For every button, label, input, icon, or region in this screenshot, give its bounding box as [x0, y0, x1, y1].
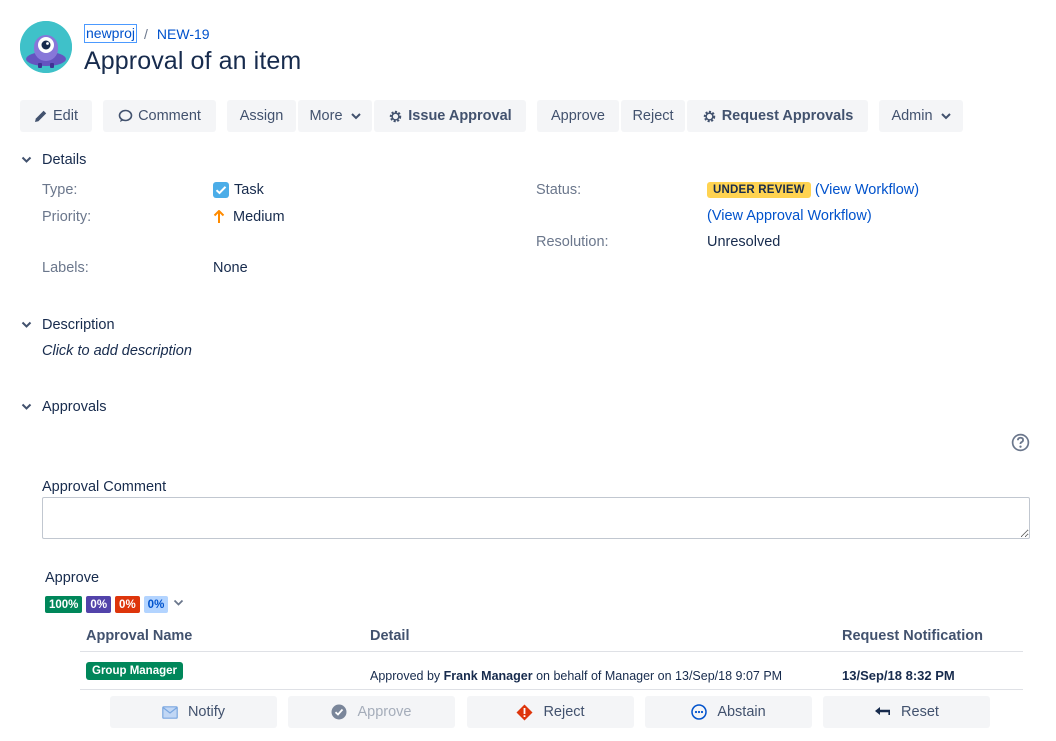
approved-percent-badge: 100%	[45, 596, 83, 613]
project-avatar	[20, 21, 72, 73]
rejected-percent-badge: 0%	[115, 596, 140, 613]
approval-comment-input[interactable]	[42, 497, 1030, 539]
more-circle-icon	[691, 704, 708, 720]
pencil-icon	[34, 109, 48, 123]
approve-button[interactable]: Approve	[537, 100, 619, 132]
more-button[interactable]: More	[298, 100, 372, 132]
approval-detail: Approved by Frank Manager on behalf of M…	[370, 669, 782, 683]
edit-button[interactable]: Edit	[20, 100, 92, 132]
approval-detail-suffix: on behalf of Manager on 13/Sep/18 9:07 P…	[532, 669, 783, 683]
view-approval-workflow-link[interactable]: (View Approval Workflow)	[707, 208, 872, 224]
chevron-down-icon[interactable]	[173, 599, 184, 607]
request-approvals-button-label: Request Approvals	[721, 108, 854, 124]
assign-button-label: Assign	[239, 108, 284, 124]
chevron-down-icon	[21, 321, 35, 329]
page-title: Approval of an item	[84, 47, 302, 75]
view-workflow-link[interactable]: (View Workflow)	[815, 182, 919, 198]
breadcrumb-project-link[interactable]: newproj	[84, 24, 138, 43]
details-section-toggle[interactable]: Details	[21, 152, 86, 168]
column-header-request-notification: Request Notification	[842, 628, 983, 644]
priority-value-text: Medium	[233, 209, 285, 225]
comment-button-label: Comment	[138, 108, 201, 124]
comment-button[interactable]: Comment	[103, 100, 216, 132]
issue-approval-button[interactable]: Issue Approval	[374, 100, 526, 132]
status-badge: UNDER REVIEW	[707, 182, 811, 198]
chevron-down-icon	[21, 403, 35, 411]
notify-button-label: Notify	[187, 704, 226, 720]
breadcrumb-separator: /	[144, 25, 148, 42]
labels-value: None	[213, 260, 248, 276]
table-row-divider	[80, 689, 1023, 690]
more-button-label: More	[309, 108, 343, 124]
status-value: UNDER REVIEW (View Workflow)	[707, 182, 919, 198]
return-arrow-icon	[874, 706, 891, 718]
column-header-approval-name: Approval Name	[86, 628, 193, 644]
chevron-down-icon	[940, 112, 951, 120]
speech-bubble-icon	[118, 109, 133, 123]
request-approvals-button[interactable]: Request Approvals	[687, 100, 868, 132]
notify-button[interactable]: Notify	[110, 696, 277, 728]
approve-group-label: Approve	[45, 570, 100, 586]
task-checkbox-icon	[213, 182, 229, 198]
breadcrumb: newproj / NEW-19	[84, 24, 210, 43]
type-value: Task	[213, 182, 264, 198]
approval-percentages: 100% 0% 0% 0%	[45, 596, 184, 613]
help-icon[interactable]	[1011, 433, 1030, 452]
edit-button-label: Edit	[53, 108, 78, 124]
reject-action-button[interactable]: Reject	[467, 696, 634, 728]
table-header-divider	[80, 651, 1023, 652]
arrow-up-icon	[213, 210, 225, 224]
approve-action-button[interactable]: Approve	[288, 696, 455, 728]
abstain-action-button[interactable]: Abstain	[645, 696, 812, 728]
error-diamond-icon	[516, 704, 533, 721]
approval-detail-user: Frank Manager	[443, 669, 533, 683]
approve-action-label: Approve	[357, 704, 412, 720]
abstain-action-label: Abstain	[717, 704, 766, 720]
approvals-heading: Approvals	[42, 399, 107, 415]
reset-action-button[interactable]: Reset	[823, 696, 990, 728]
gear-icon	[388, 109, 403, 124]
type-value-text: Task	[234, 182, 264, 198]
admin-button-label: Admin	[891, 108, 933, 124]
approval-detail-prefix: Approved by	[370, 669, 444, 683]
assign-button[interactable]: Assign	[227, 100, 296, 132]
pending-percent-badge: 0%	[86, 596, 112, 613]
chevron-down-icon	[21, 156, 35, 164]
issue-approval-button-label: Issue Approval	[408, 108, 512, 124]
reject-button-label: Reject	[632, 108, 674, 124]
description-heading: Description	[42, 317, 115, 333]
abstained-percent-badge: 0%	[143, 596, 169, 613]
chevron-down-icon	[350, 112, 361, 120]
description-section-toggle[interactable]: Description	[21, 317, 115, 333]
approval-group-badge: Group Manager	[86, 662, 183, 680]
approvals-section-toggle[interactable]: Approvals	[21, 399, 106, 415]
priority-label: Priority:	[42, 209, 92, 225]
resolution-value: Unresolved	[707, 234, 781, 250]
reset-action-label: Reset	[901, 704, 939, 720]
admin-button[interactable]: Admin	[879, 100, 963, 132]
resolution-label: Resolution:	[536, 234, 609, 250]
priority-value: Medium	[213, 209, 285, 225]
envelope-icon	[162, 705, 178, 719]
column-header-detail: Detail	[370, 628, 410, 644]
type-label: Type:	[42, 182, 78, 198]
description-placeholder[interactable]: Click to add description	[42, 343, 192, 359]
approve-button-label: Approve	[550, 108, 605, 124]
request-notification-time: 13/Sep/18 8:32 PM	[842, 668, 955, 683]
status-label: Status:	[536, 182, 582, 198]
labels-label: Labels:	[42, 260, 89, 276]
details-heading: Details	[42, 152, 87, 168]
reject-button[interactable]: Reject	[621, 100, 685, 132]
gear-icon	[702, 109, 717, 124]
check-circle-icon	[331, 704, 347, 720]
breadcrumb-issue-key-link[interactable]: NEW-19	[157, 26, 210, 42]
approval-comment-label: Approval Comment	[42, 479, 167, 495]
reject-action-label: Reject	[543, 704, 585, 720]
